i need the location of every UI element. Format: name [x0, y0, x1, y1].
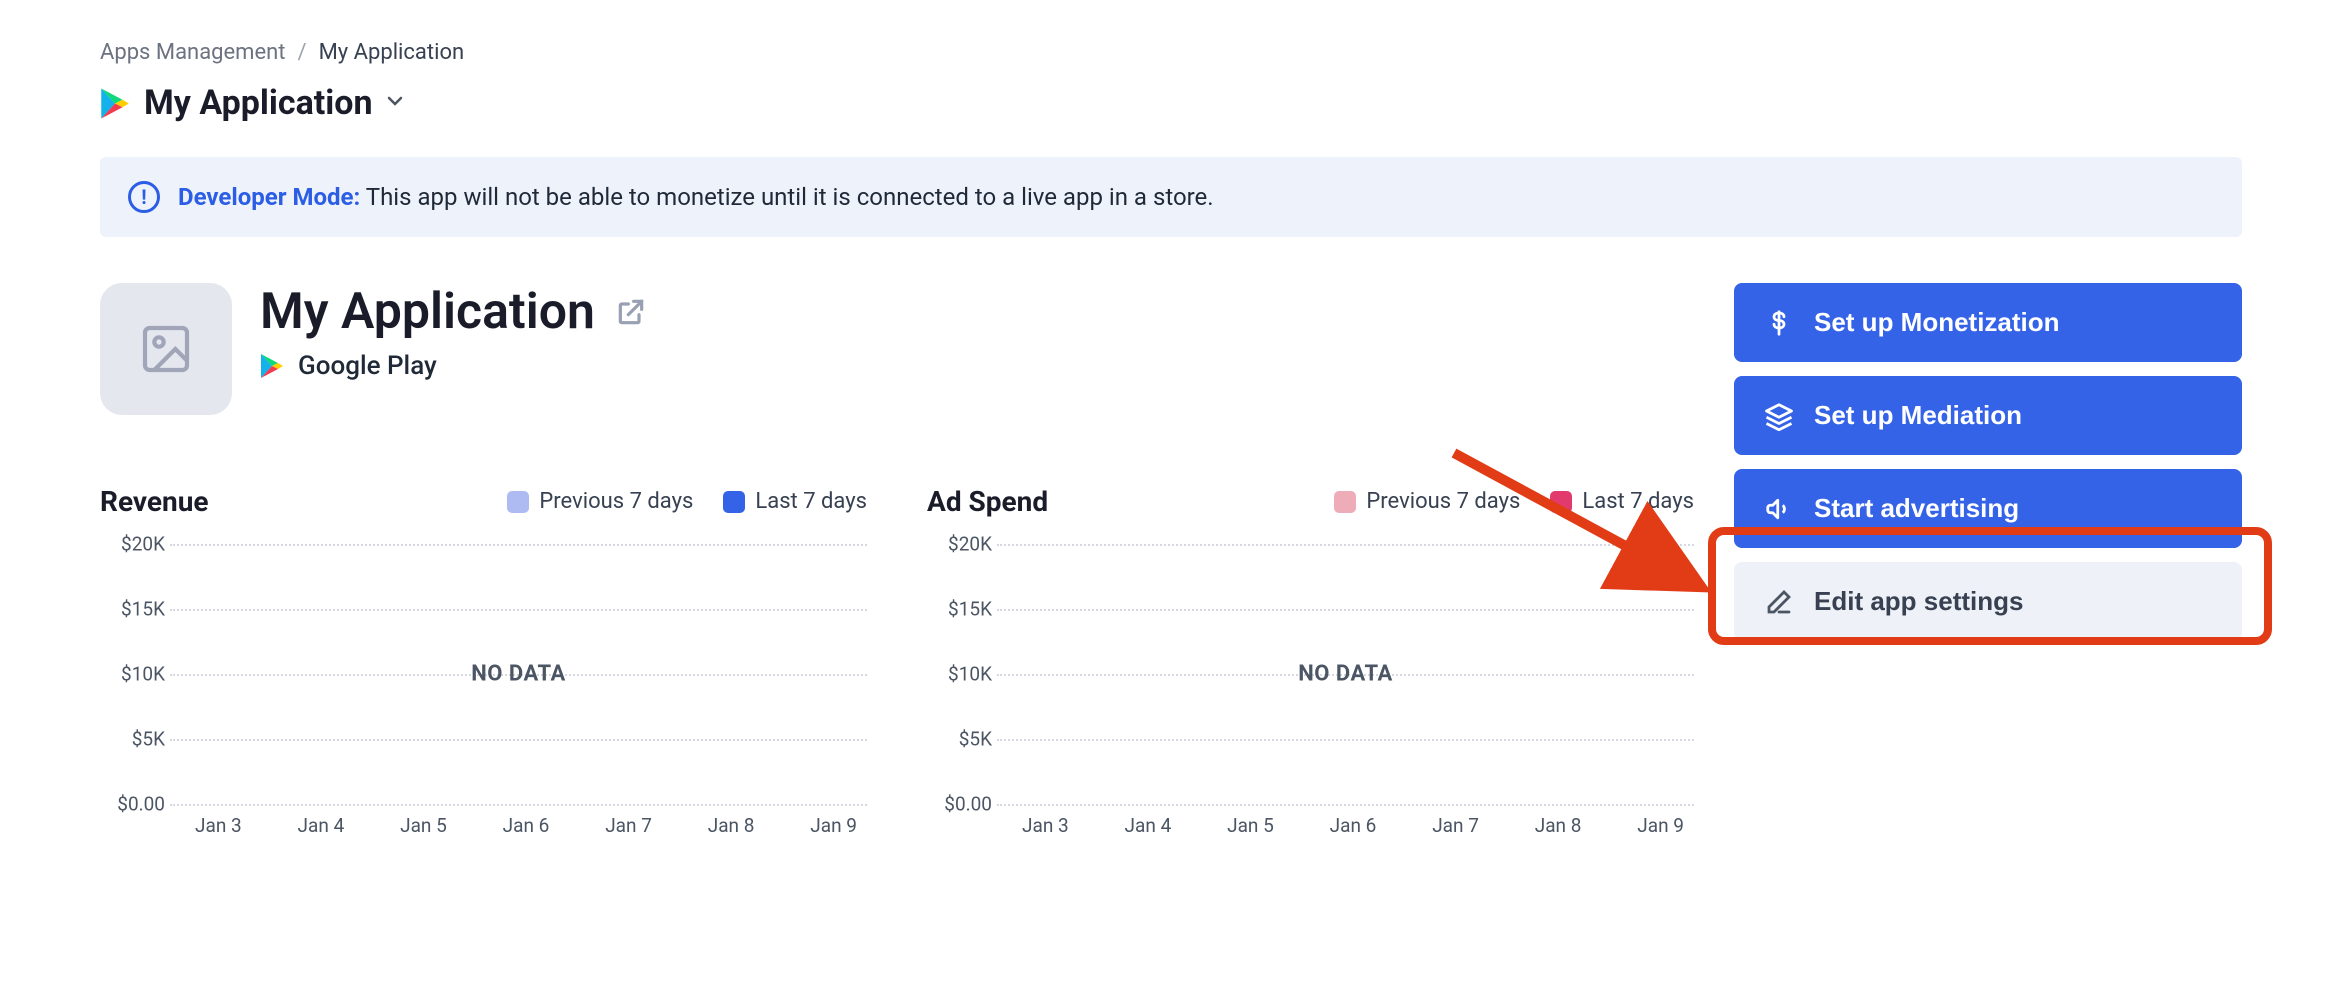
chart-ytick: $15K: [85, 598, 165, 621]
setup-monetization-button[interactable]: Set up Monetization: [1734, 283, 2242, 362]
chart-no-data: NO DATA: [170, 662, 867, 687]
app-header: My Application: [100, 283, 1694, 415]
chart-adspend-xaxis: Jan 3 Jan 4 Jan 5 Jan 6 Jan 7 Jan 8 Jan 9: [1012, 814, 1694, 837]
legend-label: Last 7 days: [1582, 489, 1694, 514]
banner-message: This app will not be able to monetize un…: [366, 183, 1214, 211]
edit-icon: [1764, 587, 1794, 617]
chart-xtick: Jan 7: [605, 814, 652, 837]
chart-gridline: [170, 609, 867, 611]
banner-text: Developer Mode: This app will not be abl…: [178, 183, 1214, 211]
google-play-icon: [100, 87, 130, 120]
chart-xtick: Jan 9: [810, 814, 857, 837]
chart-gridline: [170, 804, 867, 806]
chart-xtick: Jan 4: [298, 814, 345, 837]
swatch-icon: [1334, 491, 1356, 513]
legend-label: Last 7 days: [755, 489, 867, 514]
chart-adspend-title: Ad Spend: [927, 485, 1048, 518]
app-icon-placeholder: [100, 283, 232, 415]
chart-xtick: Jan 6: [503, 814, 550, 837]
start-advertising-button[interactable]: Start advertising: [1734, 469, 2242, 548]
external-link-icon[interactable]: [615, 283, 647, 341]
google-play-icon: [260, 353, 284, 379]
chart-ytick: $5K: [912, 728, 992, 751]
legend-label: Previous 7 days: [1366, 489, 1520, 514]
chart-xtick: Jan 6: [1330, 814, 1377, 837]
chart-no-data: NO DATA: [997, 662, 1694, 687]
chart-xtick: Jan 7: [1432, 814, 1479, 837]
page-title: My Application: [260, 283, 647, 341]
chart-gridline: [997, 609, 1694, 611]
info-icon: !: [128, 181, 160, 213]
chart-revenue-body: $20K$15K$10K$5K$0.00NO DATA: [170, 544, 867, 804]
chart-adspend-body: $20K$15K$10K$5K$0.00NO DATA: [997, 544, 1694, 804]
app-switcher[interactable]: My Application: [100, 83, 2242, 123]
chart-gridline: [997, 739, 1694, 741]
chart-gridline: [170, 739, 867, 741]
chart-ytick: $5K: [85, 728, 165, 751]
chart-revenue-legend: Previous 7 days Last 7 days: [507, 489, 867, 514]
chart-ytick: $10K: [912, 663, 992, 686]
chart-revenue-title: Revenue: [100, 485, 209, 518]
layers-icon: [1764, 401, 1794, 431]
chevron-down-icon: [387, 93, 403, 114]
chart-revenue: Revenue Previous 7 days Last 7 days $20K…: [100, 485, 867, 837]
chart-revenue-xaxis: Jan 3 Jan 4 Jan 5 Jan 6 Jan 7 Jan 8 Jan 9: [185, 814, 867, 837]
legend-item: Previous 7 days: [1334, 489, 1520, 514]
setup-mediation-button[interactable]: Set up Mediation: [1734, 376, 2242, 455]
legend-item: Last 7 days: [1550, 489, 1694, 514]
button-label: Set up Monetization: [1814, 307, 2060, 338]
swatch-icon: [507, 491, 529, 513]
chart-gridline: [170, 544, 867, 546]
chart-ytick: $15K: [912, 598, 992, 621]
chart-ytick: $0.00: [912, 793, 992, 816]
breadcrumb-root[interactable]: Apps Management: [100, 40, 286, 65]
button-label: Start advertising: [1814, 493, 2019, 524]
megaphone-icon: [1764, 494, 1794, 524]
chart-xtick: Jan 3: [195, 814, 242, 837]
chart-ytick: $10K: [85, 663, 165, 686]
swatch-icon: [723, 491, 745, 513]
breadcrumb: Apps Management / My Application: [100, 40, 2242, 65]
chart-xtick: Jan 5: [1227, 814, 1274, 837]
chart-xtick: Jan 8: [708, 814, 755, 837]
button-label: Set up Mediation: [1814, 400, 2022, 431]
chart-xtick: Jan 9: [1637, 814, 1684, 837]
app-switcher-label: My Application: [144, 83, 373, 123]
banner-label: Developer Mode:: [178, 183, 360, 211]
chart-adspend: Ad Spend Previous 7 days Last 7 days $20…: [927, 485, 1694, 837]
chart-xtick: Jan 8: [1535, 814, 1582, 837]
chart-gridline: [997, 804, 1694, 806]
chart-ytick: $0.00: [85, 793, 165, 816]
chart-xtick: Jan 3: [1022, 814, 1069, 837]
button-label: Edit app settings: [1814, 586, 2023, 617]
chart-ytick: $20K: [85, 533, 165, 556]
chart-adspend-legend: Previous 7 days Last 7 days: [1334, 489, 1694, 514]
legend-item: Previous 7 days: [507, 489, 693, 514]
legend-label: Previous 7 days: [539, 489, 693, 514]
chart-gridline: [997, 544, 1694, 546]
edit-app-settings-button[interactable]: Edit app settings: [1734, 562, 2242, 641]
breadcrumb-current: My Application: [319, 40, 465, 65]
developer-mode-banner: ! Developer Mode: This app will not be a…: [100, 157, 2242, 237]
chart-xtick: Jan 5: [400, 814, 447, 837]
app-title-text: My Application: [260, 283, 595, 341]
breadcrumb-separator: /: [298, 40, 307, 65]
chart-ytick: $20K: [912, 533, 992, 556]
dollar-icon: [1764, 308, 1794, 338]
swatch-icon: [1550, 491, 1572, 513]
store-label: Google Play: [298, 351, 437, 381]
legend-item: Last 7 days: [723, 489, 867, 514]
chart-xtick: Jan 4: [1125, 814, 1172, 837]
store-row: Google Play: [260, 351, 647, 381]
